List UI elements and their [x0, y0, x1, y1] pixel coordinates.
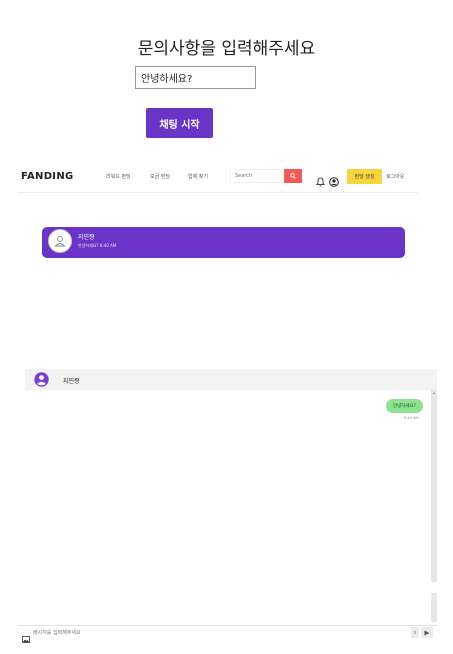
message-time: 6:40 AM [404, 416, 419, 420]
create-funding-button[interactable]: 펀딩 생성 [347, 169, 382, 184]
chat-partner-name: 지민짱 [63, 378, 80, 385]
avatar-icon [48, 229, 72, 253]
send-icon [424, 630, 430, 635]
search-icon [290, 173, 296, 179]
scroll-up-icon[interactable]: ▴ [431, 390, 437, 396]
user-profile-icon[interactable] [329, 172, 339, 187]
inquiry-title: 문의사항을 입력해주세요 [137, 39, 316, 59]
nav-link-donation[interactable]: 모금 펀딩 [150, 173, 170, 180]
user-avatar-icon [34, 372, 49, 387]
scrollbar[interactable] [431, 390, 437, 582]
inquiry-input[interactable] [135, 66, 256, 89]
nav-link-reward[interactable]: 리워드 펀딩 [106, 173, 131, 180]
spinner-icon[interactable]: ⇕ [411, 627, 419, 638]
message-input[interactable] [33, 627, 393, 638]
message-area[interactable] [25, 390, 431, 622]
logo[interactable]: FANDING [21, 171, 74, 182]
search-button[interactable] [284, 169, 302, 183]
scrollbar-lower[interactable] [431, 593, 437, 622]
logout-link[interactable]: 로그아웃 [386, 173, 404, 180]
chat-list-preview: 안녕하세요? 6:40 AM [78, 243, 117, 248]
nav-link-company[interactable]: 업체 찾기 [188, 173, 208, 180]
start-chat-button[interactable]: 채팅 시작 [146, 108, 213, 138]
bell-icon[interactable] [315, 172, 326, 187]
image-icon[interactable] [22, 628, 30, 643]
chat-header [25, 369, 437, 391]
send-button[interactable] [421, 627, 433, 638]
chat-list-name: 지민짱 [78, 234, 95, 241]
message-bubble: 안녕하세요? [386, 399, 423, 413]
search-input[interactable] [230, 169, 282, 183]
